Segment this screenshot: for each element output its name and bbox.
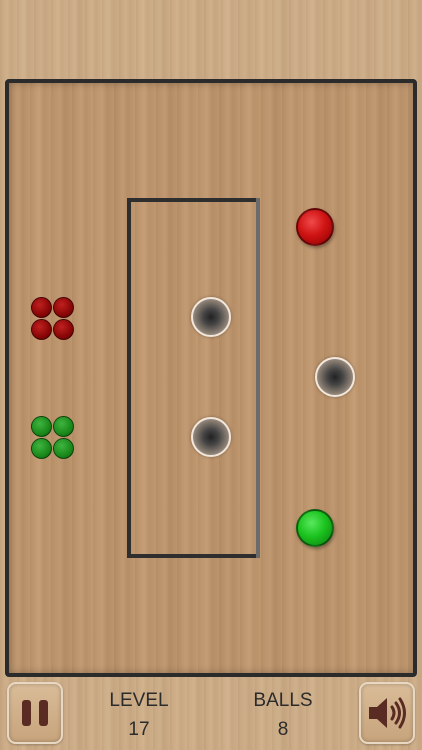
game-board[interactable] <box>5 79 417 677</box>
red-ball-counter <box>31 297 75 341</box>
red-mini-ball <box>31 297 52 318</box>
pause-icon <box>22 700 48 726</box>
green-mini-ball <box>31 438 52 459</box>
hole <box>191 417 231 457</box>
green-ball-counter <box>31 416 75 460</box>
green-mini-ball <box>53 416 74 437</box>
red-mini-ball <box>31 319 52 340</box>
inner-wall-left <box>127 198 131 558</box>
speaker-icon <box>369 697 406 729</box>
red-ball <box>296 208 334 246</box>
green-mini-ball <box>53 438 74 459</box>
inner-wall-bottom <box>127 554 258 558</box>
red-mini-ball <box>53 297 74 318</box>
balls-label: BALLS <box>253 690 313 711</box>
green-mini-ball <box>31 416 52 437</box>
level-label: LEVEL <box>109 690 169 711</box>
level-value: 17 <box>128 719 150 740</box>
hole <box>191 297 231 337</box>
balls-value: 8 <box>277 719 289 740</box>
inner-wall-top <box>127 198 258 202</box>
hole <box>315 357 355 397</box>
red-mini-ball <box>53 319 74 340</box>
inner-wall-right <box>256 198 260 558</box>
green-ball <box>296 509 334 547</box>
pause-button[interactable] <box>7 682 63 744</box>
sound-toggle-button[interactable] <box>359 682 415 744</box>
